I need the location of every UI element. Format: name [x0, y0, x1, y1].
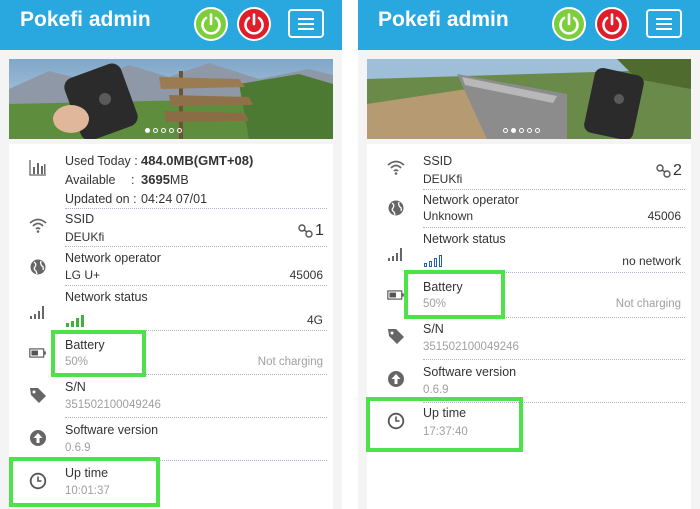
app-header: Pokefi admin [358, 0, 700, 50]
power-icon [201, 13, 221, 35]
banner-image [367, 59, 691, 139]
hamburger-menu-icon [298, 18, 314, 20]
ssid-label: SSID [65, 212, 95, 226]
hamburger-menu-icon [656, 18, 672, 20]
link-icon [655, 164, 673, 178]
carousel-dot[interactable] [153, 128, 158, 133]
power-on-button[interactable] [552, 7, 586, 41]
software-version-value: 0.6.9 [423, 384, 449, 396]
signal-strength-icon [387, 244, 405, 262]
updated-value: 04:24 07/01 [141, 192, 208, 206]
battery-icon [387, 286, 405, 304]
network-type-value: no network [622, 254, 681, 268]
globe-icon [387, 199, 405, 217]
connected-clients-count: 2 [673, 162, 682, 179]
wifi-icon [387, 158, 405, 176]
carousel-dot[interactable] [511, 128, 516, 133]
battery-charging-status: Not charging [615, 298, 681, 310]
serial-number-label: S/N [65, 380, 86, 394]
carousel-dot[interactable] [145, 128, 150, 133]
banner-carousel[interactable] [9, 59, 333, 139]
used-today-label: Used Today : [65, 154, 138, 168]
status-card: Used Today : 484.0MB(GMT+08) Available :… [9, 144, 333, 509]
updated-label: Updated on : [65, 192, 137, 206]
wifi-icon [29, 216, 47, 234]
left-screen: Pokefi admin Used Today: 484.0MB(GMT+08… [0, 0, 342, 509]
banner-carousel[interactable] [367, 59, 691, 139]
network-operator-label: Network operator [423, 193, 519, 207]
available-colon: : [131, 173, 135, 187]
software-version-label: Software version [65, 423, 159, 437]
power-off-button[interactable] [237, 7, 271, 41]
carousel-dot[interactable] [503, 128, 508, 133]
battery-highlight-box [51, 330, 146, 377]
power-on-button[interactable] [194, 7, 228, 41]
connected-clients-count: 1 [315, 222, 324, 239]
network-operator-label: Network operator [65, 251, 161, 265]
ssid-label: SSID [423, 154, 453, 168]
available-value: 3695 [141, 172, 170, 187]
power-icon [602, 13, 622, 35]
globe-icon [29, 258, 47, 276]
network-operator-code: 45006 [647, 209, 681, 223]
carousel-dot[interactable] [535, 128, 540, 133]
right-screen: Pokefi admin SSID DEUKfi 2 Network opera… [358, 0, 700, 509]
serial-number-value: 351502100049246 [65, 399, 161, 411]
carousel-dot[interactable] [161, 128, 166, 133]
battery-highlight-box [404, 270, 505, 319]
ssid-value: DEUKfi [65, 230, 105, 244]
ssid-value: DEUKfi [423, 172, 463, 186]
network-status-label: Network status [65, 290, 148, 304]
network-operator-code: 45006 [289, 268, 323, 282]
carousel-dot[interactable] [177, 128, 182, 133]
status-card: SSID DEUKfi 2 Network operator Unknown 4… [367, 144, 691, 509]
link-icon [297, 224, 315, 238]
tag-icon [387, 327, 405, 345]
carousel-dot[interactable] [519, 128, 524, 133]
signal-strength-icon [29, 302, 47, 320]
serial-number-value: 351502100049246 [423, 341, 519, 353]
app-title: Pokefi admin [20, 8, 151, 31]
tag-icon [29, 386, 47, 404]
upload-arrow-icon [29, 429, 47, 447]
software-version-value: 0.6.9 [65, 442, 91, 454]
app-header: Pokefi admin [0, 0, 342, 50]
uptime-highlight-box [9, 457, 160, 507]
software-version-label: Software version [423, 365, 517, 379]
power-icon [559, 13, 579, 35]
banner-image [9, 59, 333, 139]
network-status-label: Network status [423, 232, 506, 246]
carousel-dot[interactable] [169, 128, 174, 133]
app-title: Pokefi admin [378, 8, 509, 31]
upload-arrow-icon [387, 370, 405, 388]
battery-charging-status: Not charging [257, 356, 323, 368]
bar-chart-icon [29, 158, 47, 176]
signal-bars-icon [66, 314, 88, 327]
power-off-button[interactable] [595, 7, 629, 41]
menu-button[interactable] [646, 9, 682, 38]
uptime-highlight-box [366, 397, 523, 452]
battery-icon [29, 344, 47, 362]
network-operator-value: LG U+ [65, 268, 101, 282]
menu-button[interactable] [288, 9, 324, 38]
network-type-value: 4G [306, 313, 323, 327]
serial-number-label: S/N [423, 322, 444, 336]
carousel-dot[interactable] [527, 128, 532, 133]
power-icon [244, 13, 264, 35]
available-value-group: 3695MB [141, 172, 189, 187]
used-today-value: 484.0MB(GMT+08) [141, 153, 254, 168]
network-operator-value: Unknown [423, 209, 474, 223]
available-label: Available [65, 173, 116, 187]
signal-bars-icon [424, 254, 446, 267]
available-unit: MB [169, 173, 189, 187]
